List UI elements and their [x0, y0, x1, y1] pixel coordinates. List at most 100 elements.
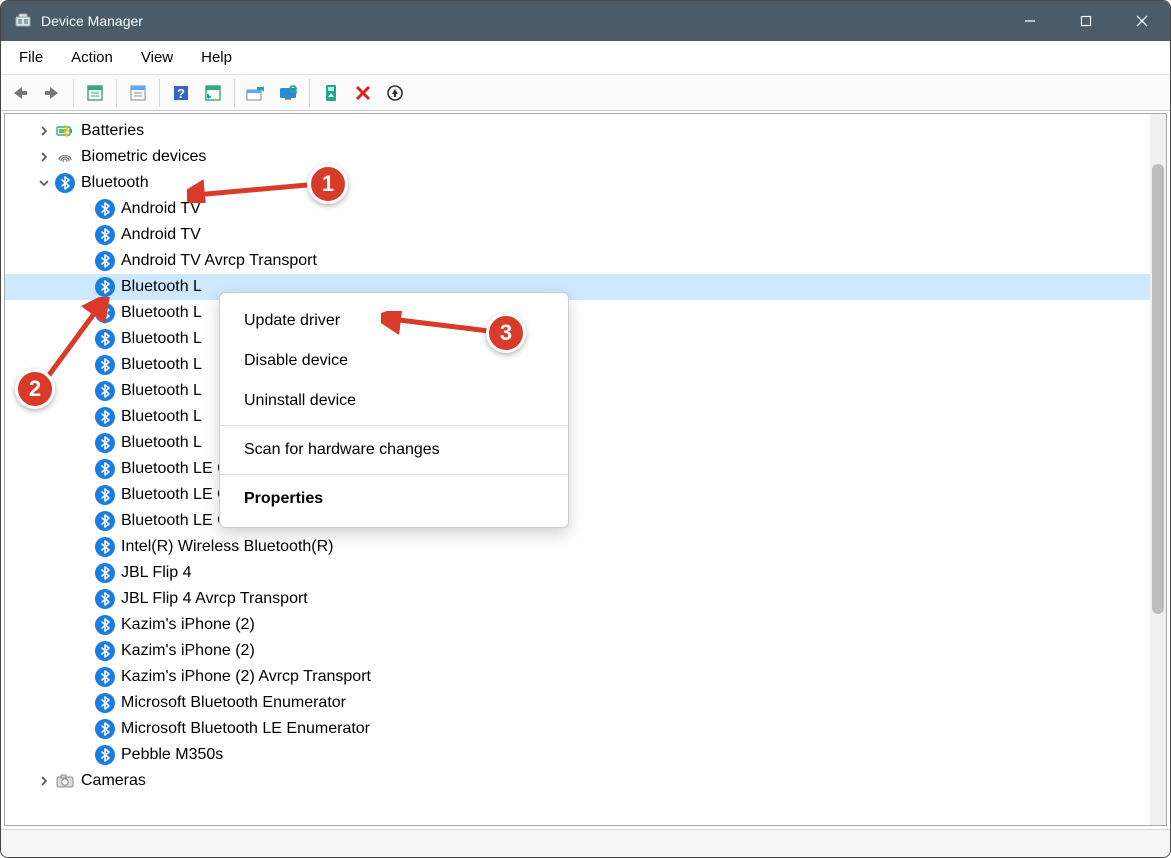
fingerprint-icon	[55, 147, 75, 167]
tree-leaf-label: Intel(R) Wireless Bluetooth(R)	[121, 537, 334, 556]
tree-leaf[interactable]: JBL Flip 4	[5, 560, 1150, 586]
tree-leaf[interactable]: Android TV	[5, 196, 1150, 222]
tree-leaf[interactable]: Bluetooth L	[5, 300, 1150, 326]
tree-leaf[interactable]: Kazim's iPhone (2)	[5, 612, 1150, 638]
tree-node-batteries[interactable]: Batteries	[5, 118, 1150, 144]
callout-2: 2	[15, 369, 55, 409]
bluetooth-icon	[95, 407, 115, 427]
tree-leaf-label: Android TV	[121, 225, 201, 244]
context-menu-item-scan-for-hardware-changes[interactable]: Scan for hardware changes	[220, 430, 568, 470]
context-menu-separator	[220, 425, 568, 426]
tree-leaf-label: Microsoft Bluetooth LE Enumerator	[121, 719, 370, 738]
tree-leaf[interactable]: Android TV	[5, 222, 1150, 248]
disable-button[interactable]	[348, 79, 378, 107]
tree-node-cameras[interactable]: Cameras	[5, 768, 1150, 794]
content-frame: Batteries Biometric devices Bluetooth Andro…	[4, 113, 1167, 826]
tree-leaf[interactable]: Bluetooth L	[5, 274, 1150, 300]
bluetooth-icon	[95, 641, 115, 661]
menu-help[interactable]: Help	[187, 45, 246, 70]
bluetooth-icon	[95, 589, 115, 609]
tree-node-label: Cameras	[81, 771, 146, 790]
tree-leaf[interactable]: Bluetooth L	[5, 404, 1150, 430]
uninstall-button[interactable]	[380, 79, 410, 107]
context-menu-item-uninstall-device[interactable]: Uninstall device	[220, 381, 568, 421]
titlebar[interactable]: Device Manager	[1, 1, 1170, 41]
bluetooth-icon	[95, 199, 115, 219]
tree-leaf[interactable]: Android TV Avrcp Transport	[5, 248, 1150, 274]
device-tree[interactable]: Batteries Biometric devices Bluetooth Andro…	[5, 114, 1150, 825]
tree-leaf-label: Bluetooth L	[121, 433, 202, 452]
tree-leaf-label: Kazim's iPhone (2) Avrcp Transport	[121, 667, 371, 686]
back-button[interactable]	[5, 79, 35, 107]
tree-leaf[interactable]: Bluetooth LE Generic Attribute Service	[5, 482, 1150, 508]
statusbar	[1, 829, 1170, 857]
chevron-right-icon[interactable]	[35, 772, 53, 790]
menubar: File Action View Help	[1, 41, 1170, 75]
bluetooth-icon	[95, 719, 115, 739]
tree-leaf-label: Android TV	[121, 199, 201, 218]
tree-leaf[interactable]: Bluetooth L	[5, 430, 1150, 456]
window-title: Device Manager	[41, 13, 143, 29]
tree-node-label: Bluetooth	[81, 173, 149, 192]
show-hidden-button[interactable]	[80, 79, 110, 107]
tree-leaf[interactable]: Microsoft Bluetooth LE Enumerator	[5, 716, 1150, 742]
minimize-button[interactable]	[1002, 1, 1058, 41]
tree-leaf-label: Pebble M350s	[121, 745, 223, 764]
properties-button[interactable]	[123, 79, 153, 107]
tree-node-biometric-devices[interactable]: Biometric devices	[5, 144, 1150, 170]
tree-leaf-label: Kazim's iPhone (2)	[121, 615, 255, 634]
chevron-right-icon[interactable]	[35, 122, 53, 140]
enable-button[interactable]	[316, 79, 346, 107]
tree-leaf[interactable]: JBL Flip 4 Avrcp Transport	[5, 586, 1150, 612]
tree-leaf[interactable]: Bluetooth LE Generic Attribute Service	[5, 456, 1150, 482]
scrollbar-thumb[interactable]	[1152, 164, 1164, 614]
tree-leaf[interactable]: Bluetooth LE Generic Attribute Service	[5, 508, 1150, 534]
app-icon	[15, 13, 31, 29]
bluetooth-icon	[55, 173, 75, 193]
tree-leaf[interactable]: Kazim's iPhone (2) Avrcp Transport	[5, 664, 1150, 690]
tree-leaf[interactable]: Bluetooth L	[5, 352, 1150, 378]
tree-leaf[interactable]: Pebble M350s	[5, 742, 1150, 768]
close-button[interactable]	[1114, 1, 1170, 41]
context-menu-separator	[220, 474, 568, 475]
bluetooth-icon	[95, 485, 115, 505]
help-button[interactable]: ?	[166, 79, 196, 107]
tree-leaf-label: JBL Flip 4	[121, 563, 192, 582]
refresh-button[interactable]	[198, 79, 228, 107]
tree-leaf[interactable]: Microsoft Bluetooth Enumerator	[5, 690, 1150, 716]
tree-leaf-label: Android TV Avrcp Transport	[121, 251, 317, 270]
bluetooth-icon	[95, 745, 115, 765]
menu-file[interactable]: File	[5, 45, 57, 70]
bluetooth-icon	[95, 277, 115, 297]
menu-action[interactable]: Action	[57, 45, 127, 70]
forward-button[interactable]	[37, 79, 67, 107]
tree-leaf-label: Bluetooth L	[121, 277, 202, 296]
svg-text:?: ?	[177, 86, 185, 101]
chevron-down-icon[interactable]	[35, 174, 53, 192]
tree-leaf-label: Bluetooth L	[121, 381, 202, 400]
maximize-button[interactable]	[1058, 1, 1114, 41]
bluetooth-icon	[95, 667, 115, 687]
tree-leaf-label: Bluetooth L	[121, 303, 202, 322]
toolbar: ?	[1, 75, 1170, 111]
tree-node-bluetooth[interactable]: Bluetooth	[5, 170, 1150, 196]
bluetooth-icon	[95, 537, 115, 557]
tree-leaf[interactable]: Bluetooth L	[5, 326, 1150, 352]
callout-3: 3	[486, 313, 526, 353]
menu-view[interactable]: View	[127, 45, 187, 70]
bluetooth-icon	[95, 459, 115, 479]
tree-node-label: Batteries	[81, 121, 144, 140]
tree-leaf-label: Microsoft Bluetooth Enumerator	[121, 693, 346, 712]
tree-leaf-label: JBL Flip 4 Avrcp Transport	[121, 589, 308, 608]
tree-leaf[interactable]: Intel(R) Wireless Bluetooth(R)	[5, 534, 1150, 560]
context-menu-item-properties[interactable]: Properties	[220, 479, 568, 519]
tree-leaf[interactable]: Bluetooth L	[5, 378, 1150, 404]
bluetooth-icon	[95, 693, 115, 713]
scrollbar-track[interactable]	[1150, 114, 1166, 825]
update-driver-button[interactable]	[241, 79, 271, 107]
chevron-right-icon[interactable]	[35, 148, 53, 166]
tree-leaf[interactable]: Kazim's iPhone (2)	[5, 638, 1150, 664]
battery-icon	[55, 121, 75, 141]
scan-hardware-button[interactable]	[273, 79, 303, 107]
bluetooth-icon	[95, 615, 115, 635]
